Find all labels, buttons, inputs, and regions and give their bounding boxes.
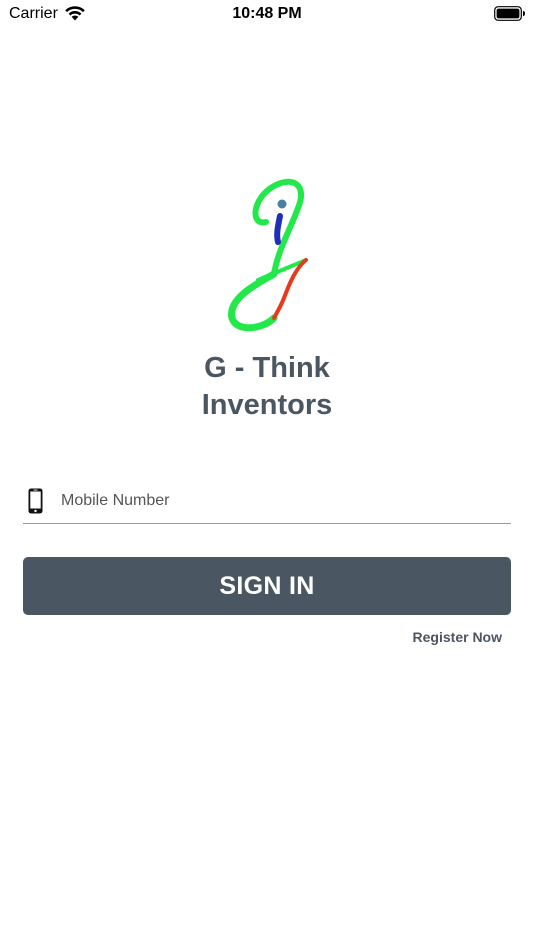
status-bar: Carrier 10:48 PM bbox=[0, 0, 534, 28]
sign-in-button[interactable]: SIGN IN bbox=[23, 557, 511, 615]
g-think-logo-icon bbox=[228, 178, 308, 332]
battery-icon bbox=[494, 6, 525, 21]
mobile-number-field bbox=[23, 483, 511, 524]
mobile-number-input[interactable] bbox=[61, 487, 501, 515]
status-time: 10:48 PM bbox=[232, 5, 302, 22]
register-now-link[interactable]: Register Now bbox=[380, 629, 502, 645]
app-title-line-1: G - Think bbox=[204, 352, 330, 384]
app-title-line-2: Inventors bbox=[201, 389, 333, 421]
smartphone-icon bbox=[28, 488, 43, 514]
app-title: G - Think Inventors bbox=[0, 350, 534, 424]
